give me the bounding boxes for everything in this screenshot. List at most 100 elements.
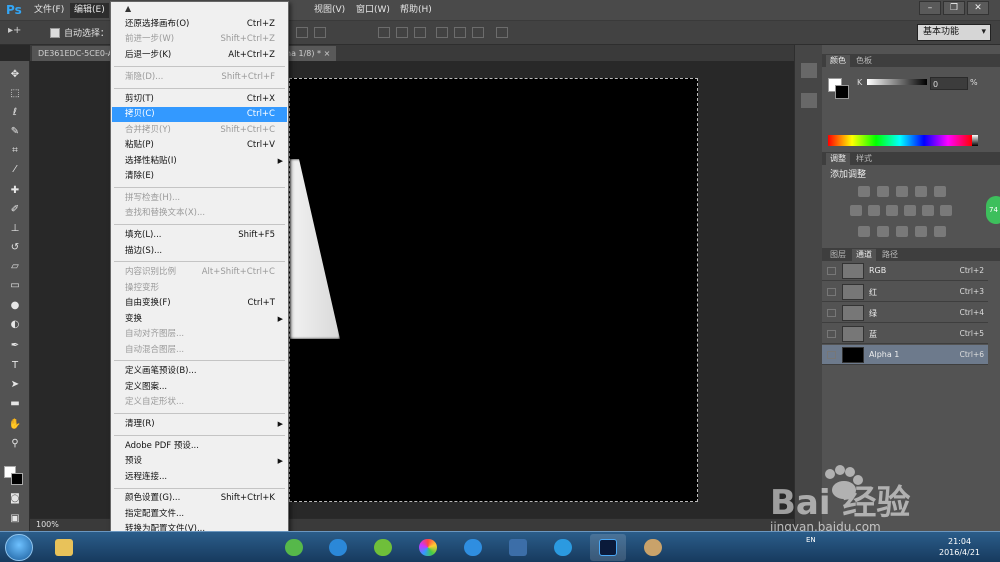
- k-slider[interactable]: [867, 79, 927, 85]
- menu-item-define-pattern[interactable]: 定义图案...: [112, 380, 287, 395]
- curves-icon[interactable]: [896, 186, 908, 197]
- marquee-icon[interactable]: ⬚: [7, 86, 23, 101]
- color-spectrum[interactable]: [828, 135, 972, 146]
- menu-edit[interactable]: 编辑(E): [70, 3, 109, 18]
- gradient-icon[interactable]: ▭: [7, 278, 23, 293]
- type-icon[interactable]: T: [7, 358, 23, 373]
- eraser-icon[interactable]: ▱: [7, 259, 23, 274]
- menu-item-define-brush[interactable]: 定义画笔预设(B)...: [112, 364, 287, 379]
- menu-item-presets[interactable]: 预设 ▶: [112, 454, 287, 469]
- distribute-left-icon[interactable]: [436, 27, 448, 38]
- channel-row-alpha[interactable]: Alpha 1 Ctrl+6: [822, 345, 988, 365]
- menu-item-color-settings[interactable]: 颜色设置(G)... Shift+Ctrl+K: [112, 491, 287, 506]
- workspace-select[interactable]: 基本功能 ▾: [917, 24, 991, 41]
- align-vcenter-icon[interactable]: [314, 27, 326, 38]
- visibility-toggle[interactable]: [827, 309, 836, 317]
- menu-item-paste[interactable]: 粘贴(P) Ctrl+V: [112, 138, 287, 153]
- photoshop-taskbar-button[interactable]: [590, 534, 626, 561]
- start-button[interactable]: [5, 534, 33, 561]
- menu-item-copy-merged[interactable]: 合并拷贝(Y) Shift+Ctrl+C: [112, 123, 287, 138]
- selective-color-icon[interactable]: [915, 226, 927, 237]
- photo-filter-icon[interactable]: [904, 205, 916, 216]
- menu-item-paste-special[interactable]: 选择性粘贴(I) ▶: [112, 154, 287, 169]
- tab-layers[interactable]: 图层: [826, 249, 850, 261]
- minimize-button[interactable]: –: [919, 1, 941, 15]
- menu-item-auto-blend[interactable]: 自动混合图层...: [112, 343, 287, 358]
- menu-item-stroke[interactable]: 描边(S)...: [112, 244, 287, 259]
- photo-taskbar-button[interactable]: [410, 534, 446, 561]
- doc-tab[interactable]: DE361EDC-5CE0-A: [32, 46, 120, 61]
- healing-brush-icon[interactable]: ✚: [7, 183, 23, 198]
- screen-mode-icon[interactable]: ▣: [7, 511, 23, 526]
- distribute-bottom-icon[interactable]: [414, 27, 426, 38]
- menu-file[interactable]: 文件(F): [30, 3, 68, 18]
- menu-window[interactable]: 窗口(W): [352, 3, 394, 18]
- distribute-hcenter-icon[interactable]: [454, 27, 466, 38]
- document-canvas[interactable]: [289, 78, 698, 502]
- path-select-icon[interactable]: ➤: [7, 377, 23, 392]
- tab-adjustments[interactable]: 调整: [826, 153, 850, 165]
- threshold-icon[interactable]: [896, 226, 908, 237]
- hand-icon[interactable]: ✋: [7, 417, 23, 432]
- menu-item-undo[interactable]: 还原选择画布(O) Ctrl+Z: [112, 17, 287, 32]
- visibility-toggle[interactable]: [827, 288, 836, 296]
- menu-item-purge[interactable]: 清理(R) ▶: [112, 417, 287, 432]
- move-tool-icon[interactable]: ▸+: [8, 25, 36, 40]
- tab-paths[interactable]: 路径: [878, 249, 902, 261]
- menu-item-define-shape[interactable]: 定义自定形状...: [112, 395, 287, 410]
- menu-item-step-backward[interactable]: 后退一步(K) Alt+Ctrl+Z: [112, 48, 287, 63]
- distribute-vcenter-icon[interactable]: [396, 27, 408, 38]
- auto-align-icon[interactable]: [496, 27, 508, 38]
- clone-stamp-icon[interactable]: ⊥: [7, 221, 23, 236]
- pen-icon[interactable]: ✒: [7, 338, 23, 353]
- menu-item-fade[interactable]: 渐隐(D)... Shift+Ctrl+F: [112, 70, 287, 85]
- channel-row-green[interactable]: 绿 Ctrl+4: [822, 303, 988, 323]
- shape-icon[interactable]: ▬: [7, 396, 23, 411]
- quick-select-icon[interactable]: ✎: [7, 124, 23, 139]
- background-color-swatch[interactable]: [11, 473, 23, 485]
- dodge-icon[interactable]: ◐: [7, 317, 23, 332]
- exposure-icon[interactable]: [915, 186, 927, 197]
- menu-item-clear[interactable]: 清除(E): [112, 169, 287, 184]
- channel-row-red[interactable]: 红 Ctrl+3: [822, 282, 988, 302]
- distribute-right-icon[interactable]: [472, 27, 484, 38]
- crop-icon[interactable]: ⌗: [7, 143, 23, 158]
- color-lookup-icon[interactable]: [940, 205, 952, 216]
- eyedropper-icon[interactable]: ⁄: [7, 162, 23, 177]
- auto-select-checkbox[interactable]: [50, 28, 60, 38]
- menu-item-pdf-presets[interactable]: Adobe PDF 预设...: [112, 439, 287, 454]
- channel-mixer-icon[interactable]: [922, 205, 934, 216]
- lasso-icon[interactable]: ℓ: [7, 105, 23, 120]
- menu-item-find-replace[interactable]: 查找和替换文本(X)...: [112, 206, 287, 221]
- app-taskbar-button[interactable]: [276, 534, 312, 561]
- zoom-level[interactable]: 100%: [36, 520, 59, 529]
- media-taskbar-button[interactable]: [320, 534, 356, 561]
- menu-item-remote-connect[interactable]: 远程连接...: [112, 470, 287, 485]
- hue-sat-icon[interactable]: [850, 205, 862, 216]
- video-taskbar-button[interactable]: [455, 534, 491, 561]
- eye-icon[interactable]: [827, 351, 836, 359]
- invert-icon[interactable]: [858, 226, 870, 237]
- menu-item-free-transform[interactable]: 自由变换(F) Ctrl+T: [112, 296, 287, 311]
- clock[interactable]: 21:04 2016/4/21: [939, 536, 980, 558]
- menu-item-puppet-warp[interactable]: 操控变形: [112, 281, 287, 296]
- channel-row-blue[interactable]: 蓝 Ctrl+5: [822, 324, 988, 344]
- paint-taskbar-button[interactable]: [635, 534, 671, 561]
- menu-item-fill[interactable]: 填充(L)... Shift+F5: [112, 228, 287, 243]
- speed-badge[interactable]: 74: [986, 196, 1000, 224]
- k-value-input[interactable]: 0: [930, 77, 968, 90]
- color-balance-icon[interactable]: [868, 205, 880, 216]
- gradient-map-icon[interactable]: [934, 226, 946, 237]
- tab-channels[interactable]: 通道: [852, 249, 876, 261]
- visibility-toggle[interactable]: [827, 267, 836, 275]
- color-background[interactable]: [835, 85, 849, 99]
- actions-panel-icon[interactable]: [801, 93, 817, 108]
- black-white-icon[interactable]: [886, 205, 898, 216]
- brush-icon[interactable]: ✐: [7, 202, 23, 217]
- menu-item-spell-check[interactable]: 拼写检查(H)...: [112, 191, 287, 206]
- visibility-toggle[interactable]: [827, 330, 836, 338]
- lang-indicator[interactable]: EN: [806, 536, 816, 544]
- film-taskbar-button[interactable]: [500, 534, 536, 561]
- history-panel-icon[interactable]: [801, 63, 817, 78]
- close-button[interactable]: ✕: [967, 1, 989, 15]
